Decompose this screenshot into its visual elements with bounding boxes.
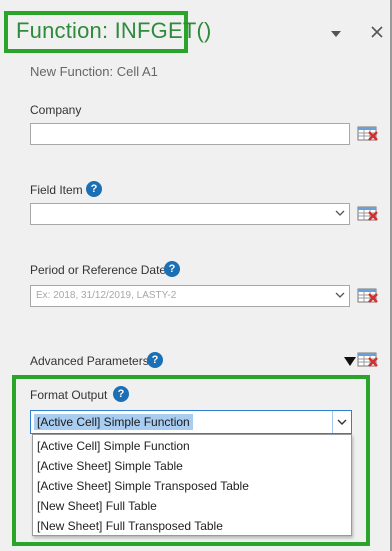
company-table-picker-icon[interactable] [357,125,379,143]
period-table-picker-icon[interactable] [357,287,379,305]
company-input[interactable] [30,123,350,145]
period-input[interactable]: Ex: 2018, 31/12/2019, LASTY-2 [30,285,350,307]
format-output-selected: [Active Cell] Simple Function [34,414,193,430]
advanced-table-picker-icon[interactable] [357,351,379,369]
close-icon[interactable] [369,24,385,40]
advanced-help-icon[interactable]: ? [147,352,163,368]
function-pane: Function: INFGET() New Function: Cell A1… [0,0,392,551]
field-item-select[interactable] [30,203,350,225]
chevron-down-icon [335,210,345,216]
period-help-icon[interactable]: ? [164,261,180,277]
period-placeholder: Ex: 2018, 31/12/2019, LASTY-2 [36,290,177,301]
format-output-select[interactable]: [Active Cell] Simple Function [30,410,352,434]
advanced-parameters-label: Advanced Parameters [30,354,149,368]
format-output-dropdown-button[interactable] [332,411,351,433]
format-output-label: Format Output [30,388,108,402]
format-option[interactable]: [Active Cell] Simple Function [37,439,190,453]
field-item-help-icon[interactable]: ? [86,181,102,197]
field-item-table-picker-icon[interactable] [357,205,379,223]
pane-options-dropdown-icon[interactable] [329,27,343,41]
format-option[interactable]: [Active Sheet] Simple Table [37,459,183,473]
company-label: Company [30,103,82,117]
chevron-down-icon [335,292,345,298]
format-output-options-list: [Active Cell] Simple Function [Active Sh… [32,434,352,536]
pane-subtitle: New Function: Cell A1 [30,64,158,79]
field-item-label: Field Item [30,183,83,197]
format-option[interactable]: [New Sheet] Full Table [37,499,157,513]
period-label: Period or Reference Date [30,263,167,277]
chevron-down-icon [337,419,347,425]
title-highlight-box: Function: INFGET() [4,11,211,53]
format-output-help-icon[interactable]: ? [113,386,129,402]
format-option[interactable]: [Active Sheet] Simple Transposed Table [37,479,249,493]
expand-arrow-icon[interactable] [344,356,356,366]
format-option[interactable]: [New Sheet] Full Transposed Table [37,519,223,533]
pane-title: Function: INFGET() [16,18,212,43]
